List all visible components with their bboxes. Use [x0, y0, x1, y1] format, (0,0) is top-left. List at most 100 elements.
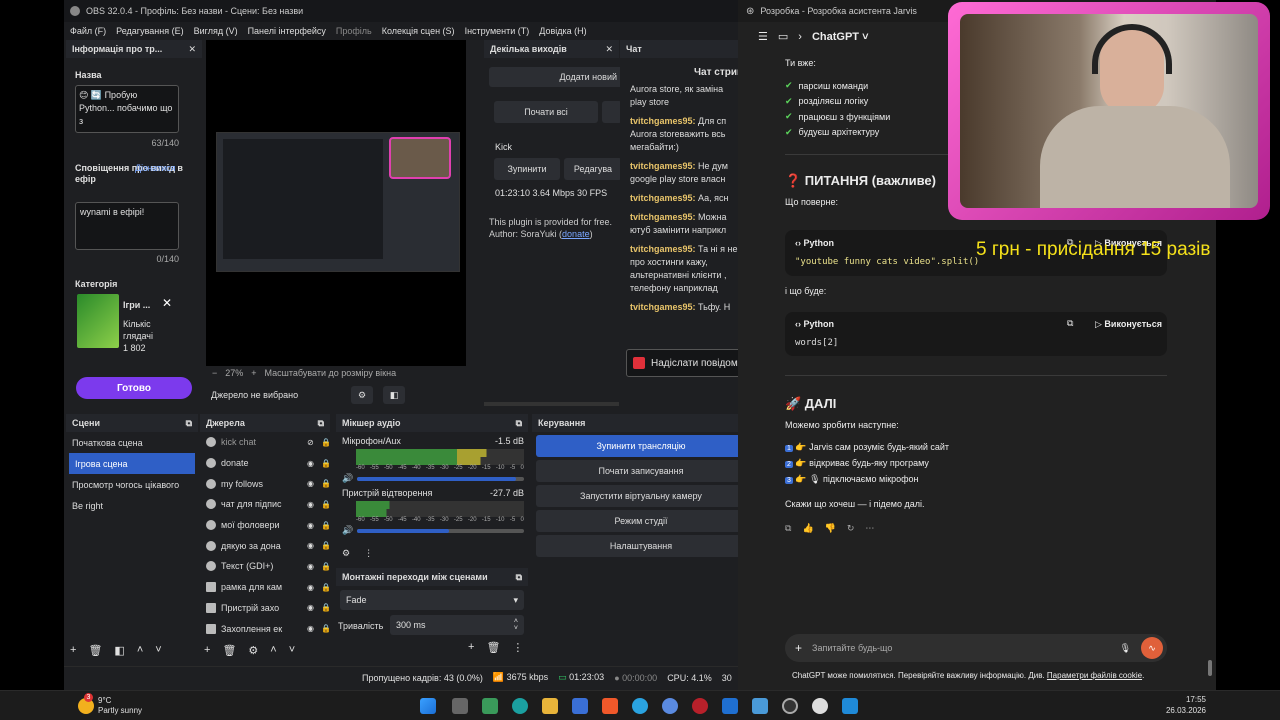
lock-icon[interactable]: 🔒: [321, 603, 331, 612]
studio-mode-button[interactable]: Режим студії: [536, 510, 746, 532]
scale-to-window[interactable]: Масштабувати до розміру вікна: [265, 368, 397, 378]
volume-slider[interactable]: [357, 476, 524, 481]
run-button[interactable]: ▷ Виконується: [1095, 319, 1162, 330]
source-item[interactable]: kick chat ⊘ 🔒: [200, 432, 331, 453]
settings-button[interactable]: Налаштування: [536, 535, 746, 557]
eye-icon[interactable]: ◉: [307, 562, 316, 571]
move-up-icon[interactable]: ˄: [137, 644, 143, 657]
learn-more-1[interactable]: Дізнатися: [135, 163, 176, 173]
speaker-icon[interactable]: 🔊: [342, 525, 353, 536]
add-source-icon[interactable]: +: [204, 644, 210, 657]
lock-icon[interactable]: 🔒: [321, 583, 331, 592]
source-item[interactable]: чат для підпис ◉ 🔒: [200, 494, 331, 515]
source-item[interactable]: Захоплення ек ◉ 🔒: [200, 618, 331, 639]
messenger-icon[interactable]: [662, 698, 678, 714]
menu-help[interactable]: Довідка (H): [539, 26, 586, 36]
store-icon[interactable]: [572, 698, 588, 714]
edge-icon[interactable]: [512, 698, 528, 714]
preview-area[interactable]: [206, 40, 466, 366]
regenerate-icon[interactable]: ↻: [847, 523, 855, 534]
menu-view[interactable]: Вигляд (V): [194, 26, 238, 36]
start-all-extra[interactable]: [602, 101, 622, 123]
mail-icon[interactable]: [722, 698, 738, 714]
scene-item-selected[interactable]: Ігрова сцена: [69, 453, 195, 474]
speaker-icon[interactable]: 🔊: [342, 473, 353, 484]
lock-icon[interactable]: 🔒: [321, 438, 331, 447]
eye-icon[interactable]: ◉: [307, 583, 316, 592]
thumbs-down-icon[interactable]: 👎: [825, 523, 836, 534]
chat-send-box[interactable]: Надіслати повідом: [626, 349, 738, 377]
add-output-button[interactable]: Додати новий: [489, 67, 629, 87]
volume-slider[interactable]: [357, 528, 524, 533]
filters-icon[interactable]: ◧: [383, 386, 405, 404]
copy-icon[interactable]: ⧉: [1067, 318, 1073, 329]
menu-scene-collection[interactable]: Колекція сцен (S): [382, 26, 455, 36]
source-item[interactable]: дякую за дона ◉ 🔒: [200, 535, 331, 556]
start-virtual-camera-button[interactable]: Запустити віртуальну камеру: [536, 485, 746, 507]
model-selector[interactable]: ChatGPT ˅: [812, 31, 869, 43]
gear-icon[interactable]: ⚙: [351, 386, 373, 404]
dock-undock-icon[interactable]: ⧉: [318, 418, 324, 429]
add-scene-icon[interactable]: +: [70, 644, 76, 657]
lock-icon[interactable]: 🔒: [321, 521, 331, 530]
lock-icon[interactable]: 🔒: [321, 479, 331, 488]
menu-edit[interactable]: Редагування (E): [116, 26, 183, 36]
task-view-icon[interactable]: [452, 698, 468, 714]
clock[interactable]: 17:55 26.03.2026: [1150, 694, 1206, 716]
scene-item[interactable]: Просмотр чогось цікавого: [66, 474, 198, 495]
source-item[interactable]: my follows ◉ 🔒: [200, 473, 331, 494]
zoom-in-button[interactable]: +: [251, 368, 256, 378]
plus-icon[interactable]: +: [795, 641, 802, 655]
move-up-icon[interactable]: ˄: [270, 644, 276, 657]
message-input[interactable]: + Запитайте будь-що 🎙 ∿: [785, 634, 1167, 662]
mixer-settings-icon[interactable]: ⚙: [342, 548, 350, 559]
eye-icon[interactable]: ◉: [307, 624, 316, 633]
eye-icon[interactable]: ◉: [307, 459, 316, 468]
stepper-arrows-icon[interactable]: ˄ ˅: [514, 618, 518, 632]
eye-icon[interactable]: ◉: [307, 500, 316, 509]
hidden-eye-icon[interactable]: ⊘: [307, 438, 316, 447]
scene-item[interactable]: Be right: [66, 495, 198, 516]
eye-icon[interactable]: ◉: [307, 541, 316, 550]
menu-file[interactable]: Файл (F): [70, 26, 106, 36]
weather-widget[interactable]: 3 9°C Partly sunny: [78, 693, 158, 719]
eye-icon[interactable]: ◉: [307, 479, 316, 488]
dock-undock-icon[interactable]: ⧉: [516, 572, 522, 583]
lock-icon[interactable]: 🔒: [321, 500, 331, 509]
folder-icon[interactable]: ▭: [778, 30, 788, 43]
zoom-out-button[interactable]: −: [212, 368, 217, 378]
file-explorer-icon[interactable]: [542, 698, 558, 714]
move-down-icon[interactable]: ˅: [289, 644, 295, 657]
stop-output-button[interactable]: Зупинити: [494, 158, 560, 180]
remove-transition-icon[interactable]: 🗑: [486, 641, 500, 654]
menu-tools[interactable]: Інструменти (T): [465, 26, 530, 36]
obs-icon[interactable]: [782, 698, 798, 714]
stream-title-field[interactable]: 😊 🔄 Пробую Python... побачимо що з: [75, 85, 179, 133]
duration-stepper[interactable]: 300 ms ˄ ˅: [390, 615, 524, 635]
thumbs-up-icon[interactable]: 👍: [802, 523, 813, 534]
multi-output-scrollbar[interactable]: [484, 402, 619, 406]
lock-icon[interactable]: 🔒: [321, 541, 331, 550]
menu-docks[interactable]: Панелі інтерфейсу: [248, 26, 326, 36]
record-app-icon[interactable]: [692, 698, 708, 714]
scene-filters-icon[interactable]: ◧: [114, 644, 124, 657]
dock-undock-icon[interactable]: ⧉: [186, 418, 192, 429]
done-button[interactable]: Готово: [76, 377, 192, 399]
chatgpt-icon[interactable]: [812, 698, 828, 714]
edit-output-button[interactable]: Редагува: [564, 158, 622, 180]
stop-streaming-button[interactable]: Зупинити трансляцію: [536, 435, 746, 457]
sidebar-toggle-icon[interactable]: ☰: [758, 30, 768, 43]
photos-icon[interactable]: [752, 698, 768, 714]
eye-icon[interactable]: ◉: [307, 603, 316, 612]
start-recording-button[interactable]: Почати записування: [536, 460, 746, 482]
cookie-settings-link[interactable]: Параметри файлів cookie: [1047, 671, 1142, 680]
mixer-menu-icon[interactable]: ⋮: [364, 548, 373, 559]
donate-link[interactable]: donate: [562, 229, 590, 239]
lock-icon[interactable]: 🔒: [321, 562, 331, 571]
source-item[interactable]: Текст (GDI+) ◉ 🔒: [200, 556, 331, 577]
more-icon[interactable]: ⋯: [865, 523, 874, 534]
start-all-button[interactable]: Почати всі: [494, 101, 598, 123]
telegram-icon[interactable]: [632, 698, 648, 714]
source-item[interactable]: Пристрій захо ◉ 🔒: [200, 598, 331, 619]
dock-undock-icon[interactable]: ⧉: [516, 418, 522, 429]
